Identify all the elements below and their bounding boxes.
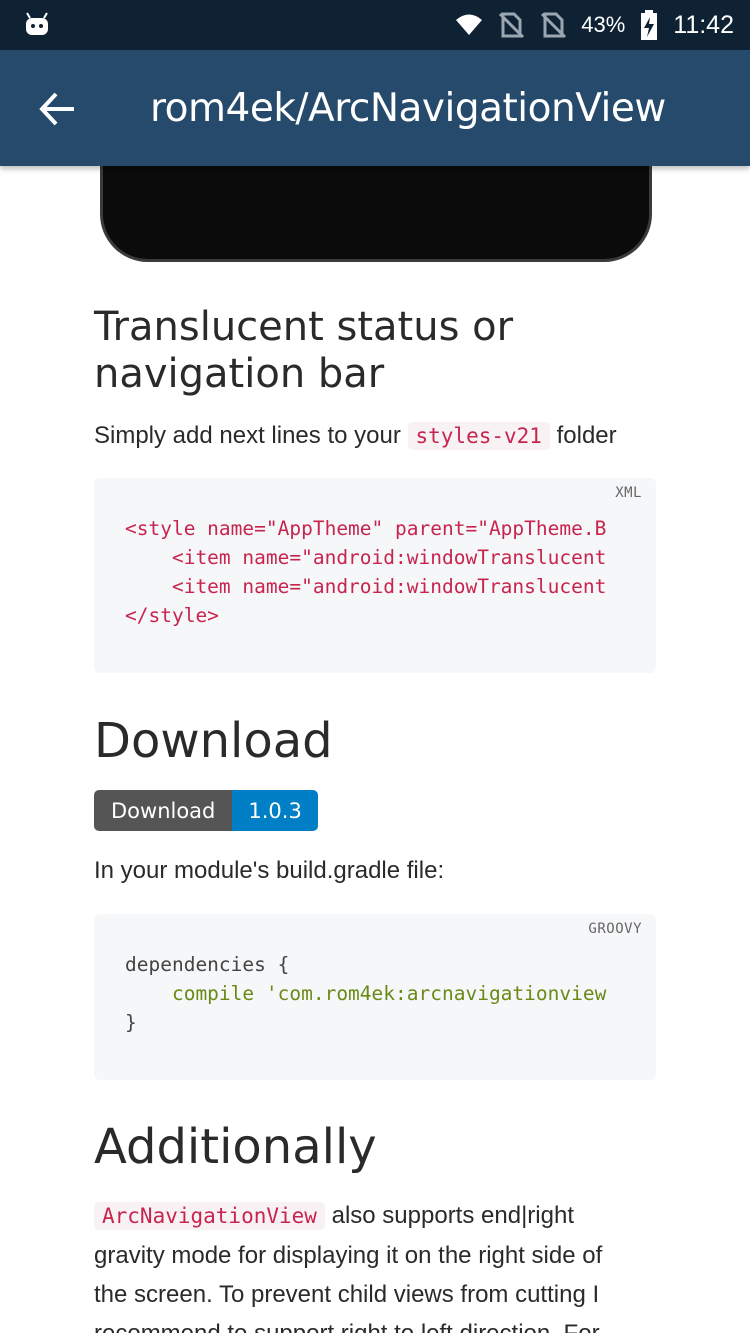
gradle-instructions: In your module's build.gradle file: [94,857,445,884]
heading-translucent: Translucent status or navigation bar [94,304,514,397]
wifi-icon [456,14,483,35]
code-line: } [125,1011,137,1034]
code-block-groovy[interactable]: GROOVY dependencies { compile 'com.rom4e… [94,914,656,1080]
instructions-text-after: folder [549,422,617,449]
battery-percent: 43% [581,12,626,37]
code-language-label: GROOVY [588,921,642,937]
code-line: compile 'com.rom4ek:arcnavigationview [125,982,607,1005]
badge-version: 1.0.3 [232,790,318,831]
code-lines: <style name="AppTheme" parent="AppTheme.… [125,514,606,630]
code-line: <item name="android:windowTranslucent [125,546,607,569]
code-language-label: XML [615,485,642,501]
download-badge[interactable]: Download 1.0.3 [94,790,318,831]
page-title: rom4ek/ArcNavigationView [150,86,666,131]
arrow-back-icon[interactable] [34,86,80,132]
no-sim-icon [541,12,567,39]
code-line: <style name="AppTheme" parent="AppTheme.… [125,517,607,540]
android-robot-icon [26,12,48,35]
inline-code-styles: styles-v21 [407,422,550,450]
badge-label: Download [94,790,233,831]
additionally-text: ArcNavigationView also supports end|righ… [94,1196,634,1333]
heading-additionally: Additionally [94,1119,377,1175]
clock: 11:42 [673,10,734,39]
readme-content[interactable]: Translucent status or navigation bar Sim… [0,166,750,1333]
inline-code-arcnavigationview: ArcNavigationView [94,1202,325,1230]
code-line: <item name="android:windowTranslucent [125,575,607,598]
phone-mockup-image [100,166,652,262]
status-bar: 43% 11:42 [0,0,750,50]
code-block-xml[interactable]: XML <style name="AppTheme" parent="AppTh… [94,478,656,673]
code-lines: dependencies { compile 'com.rom4ek:arcna… [125,950,606,1037]
instructions-text-before: Simply add next lines to your [94,422,408,449]
code-line: </style> [125,604,219,627]
app-bar: rom4ek/ArcNavigationView [0,50,750,166]
code-line: dependencies { [125,953,290,976]
no-sim-icon [499,12,525,39]
heading-download: Download [94,713,333,769]
battery-charging-icon [641,10,658,40]
translucent-instructions: Simply add next lines to your styles-v21… [94,416,664,456]
